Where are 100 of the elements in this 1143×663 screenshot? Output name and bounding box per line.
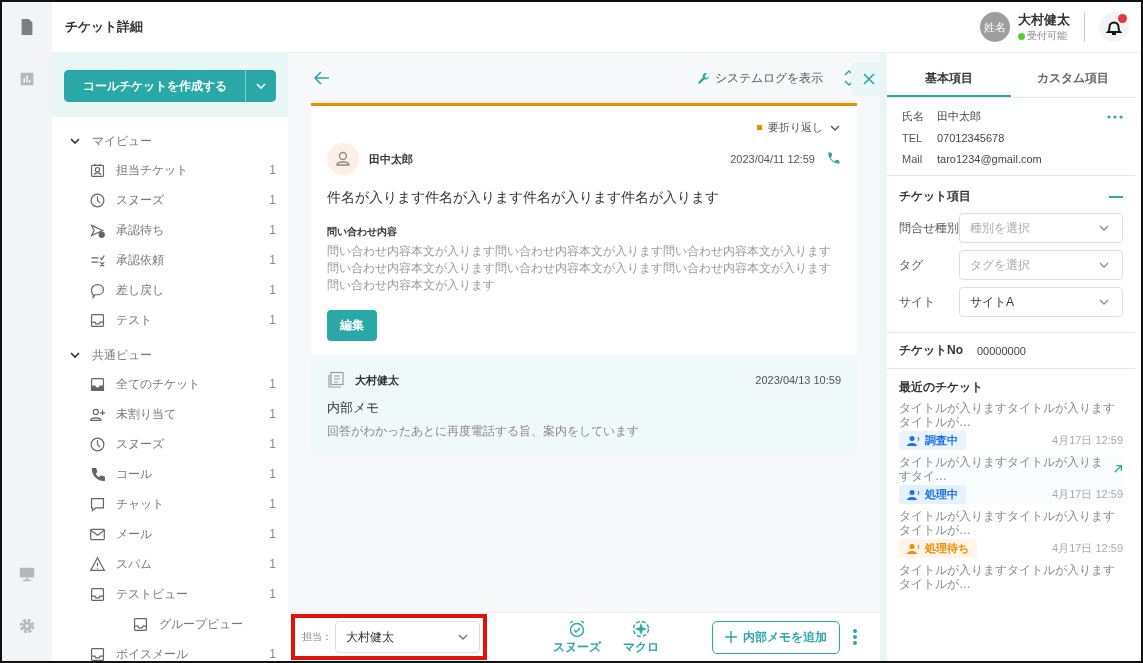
group-label[interactable]: 共通ビュー	[92, 346, 152, 364]
select-field[interactable]: 種別を選択	[959, 213, 1123, 243]
notification-button[interactable]	[1099, 12, 1129, 42]
view-item[interactable]: メール 1	[69, 519, 276, 549]
view-item[interactable]: グループビュー	[69, 609, 276, 639]
tab[interactable]: カスタム項目	[1011, 61, 1135, 97]
caret-icon	[255, 80, 267, 92]
alarm-clock-icon	[567, 618, 587, 639]
ticket-time: 4月17日 12:59	[1052, 433, 1123, 448]
view-item[interactable]: 担当チケット 1	[69, 155, 276, 185]
view-icon	[89, 221, 106, 239]
ticket-title-link[interactable]: タイトルが入りますタイトルが入りますタイトルが…	[899, 563, 1123, 591]
collapse-icon[interactable]	[1109, 194, 1123, 199]
view-item[interactable]: テスト 1	[69, 305, 276, 335]
chevron-icon[interactable]	[69, 349, 81, 361]
inbox-icon	[132, 615, 149, 633]
select-field[interactable]: タグを選択	[959, 250, 1123, 280]
chart-icon[interactable]	[18, 70, 36, 88]
view-item[interactable]: 差し戻し 1	[69, 275, 276, 305]
inquiry-text: 問い合わせ内容本文が入ります問い合わせ内容本文が入ります問い合わせ内容本文が入ります問い合わせ内容本文が入ります問い合わせ内容本文が入ります問い合わせ内容本文が入ります問い合わせ内容本文が入ります	[327, 244, 832, 293]
view-icon	[89, 465, 106, 483]
contact-value: 07012345678	[937, 131, 1006, 144]
user-status: 受付可能	[1027, 29, 1067, 43]
view-item[interactable]: 全てのチケット 1	[69, 369, 276, 399]
plus-icon	[725, 631, 737, 643]
settings-icon[interactable]	[18, 617, 36, 635]
view-item[interactable]: 未割り当て 1	[69, 399, 276, 429]
open-arrow-icon[interactable]	[1113, 463, 1123, 475]
view-icon	[89, 585, 106, 603]
view-icon	[89, 555, 106, 573]
sparkle-icon	[631, 618, 651, 639]
select-field[interactable]: サイトA	[959, 287, 1123, 317]
contact-label: TEL	[902, 131, 924, 144]
view-item[interactable]: コール 1	[69, 459, 276, 489]
view-item[interactable]: 承認待ち 1	[69, 215, 276, 245]
view-item[interactable]: スパム 1	[69, 549, 276, 579]
view-item[interactable]: スヌーズ 1	[69, 429, 276, 459]
contact-value: 田中太郎	[937, 109, 982, 124]
contact-label: 氏名	[902, 109, 925, 124]
view-item[interactable]: ボイスメール 1	[69, 639, 276, 661]
avatar: 姓名	[980, 12, 1010, 42]
assignee-label: 担当：	[301, 630, 332, 644]
dropdown-button[interactable]	[245, 70, 276, 102]
priority-label[interactable]: 要折り返し	[768, 120, 823, 135]
chevron-icon[interactable]	[69, 135, 81, 147]
inquiry-label: 問い合わせ内容	[327, 225, 398, 239]
ticket-title-link[interactable]: タイトルが入りますタイトルが入りますタイ…	[899, 455, 1109, 483]
person-icon	[907, 488, 921, 501]
tab[interactable]: 基本項目	[887, 61, 1011, 97]
priority-marker	[757, 125, 762, 130]
view-icon	[89, 645, 106, 661]
status-tag: 処理中	[899, 485, 966, 504]
person-icon	[907, 542, 921, 555]
view-item[interactable]: チャット 1	[69, 489, 276, 519]
back-arrow-icon[interactable]	[313, 69, 331, 87]
ticket-time: 4月17日 12:59	[1052, 541, 1123, 556]
view-item[interactable]: 承認依頼 1	[69, 245, 276, 275]
system-log-link[interactable]: システムログを表示	[697, 69, 823, 87]
person-icon	[907, 434, 921, 447]
field-label: 問合せ種別	[899, 219, 959, 237]
monitor-icon[interactable]	[18, 565, 36, 583]
status-tag: 調査中	[899, 431, 966, 450]
user-name: 大村健太	[1018, 11, 1070, 29]
view-icon	[89, 281, 106, 299]
section-title: チケット項目	[899, 188, 971, 205]
edit-button[interactable]: 編集	[327, 310, 377, 341]
ticket-title-link[interactable]: タイトルが入りますタイトルが入りますタイトルが…	[899, 509, 1123, 537]
memo-text: 回答がわかったあとに再度電話する旨、案内をしています	[327, 423, 640, 440]
sender-name: 田中太郎	[369, 151, 413, 167]
action-button[interactable]: スヌーズ	[553, 618, 601, 656]
more-icon[interactable]	[1107, 114, 1123, 119]
view-icon	[89, 435, 106, 453]
group-label[interactable]: マイビュー	[92, 132, 152, 150]
view-item[interactable]: スヌーズ 1	[69, 185, 276, 215]
contact-value: taro1234@gmail.com	[937, 152, 1043, 165]
note-icon	[327, 371, 345, 389]
person-avatar-icon	[327, 143, 359, 175]
view-icon	[89, 161, 106, 179]
status-tag: 処理待ち	[899, 539, 977, 558]
ticket-no-value: 00000000	[977, 344, 1026, 357]
field-label: サイト	[899, 293, 936, 311]
phone-icon	[825, 151, 841, 167]
view-icon	[89, 495, 106, 513]
ticket-subject: 件名が入ります件名が入ります件名が入ります件名が入ります	[327, 189, 720, 207]
memo-datetime: 2023/04/13 10:59	[755, 374, 841, 386]
ticket-datetime: 2023/04/11 12:59	[730, 153, 815, 165]
ticket-time: 4月17日 12:59	[1052, 487, 1123, 502]
action-button[interactable]: マクロ	[623, 618, 659, 656]
field-label: タグ	[899, 256, 924, 274]
more-icon[interactable]	[852, 628, 858, 646]
close-icon	[862, 72, 876, 86]
view-icon	[89, 311, 106, 329]
assignee-select[interactable]: 大村健太	[335, 621, 480, 653]
view-icon	[89, 191, 106, 209]
view-item[interactable]: テストビュー 1	[69, 579, 276, 609]
add-memo-button[interactable]: 内部メモを追加	[712, 620, 840, 654]
ticket-title-link[interactable]: タイトルが入りますタイトルが入りますタイトルが…	[899, 401, 1123, 429]
memo-title: 内部メモ	[327, 399, 380, 417]
wrench-icon	[697, 71, 710, 85]
section-title: 最近のチケット	[899, 380, 983, 394]
